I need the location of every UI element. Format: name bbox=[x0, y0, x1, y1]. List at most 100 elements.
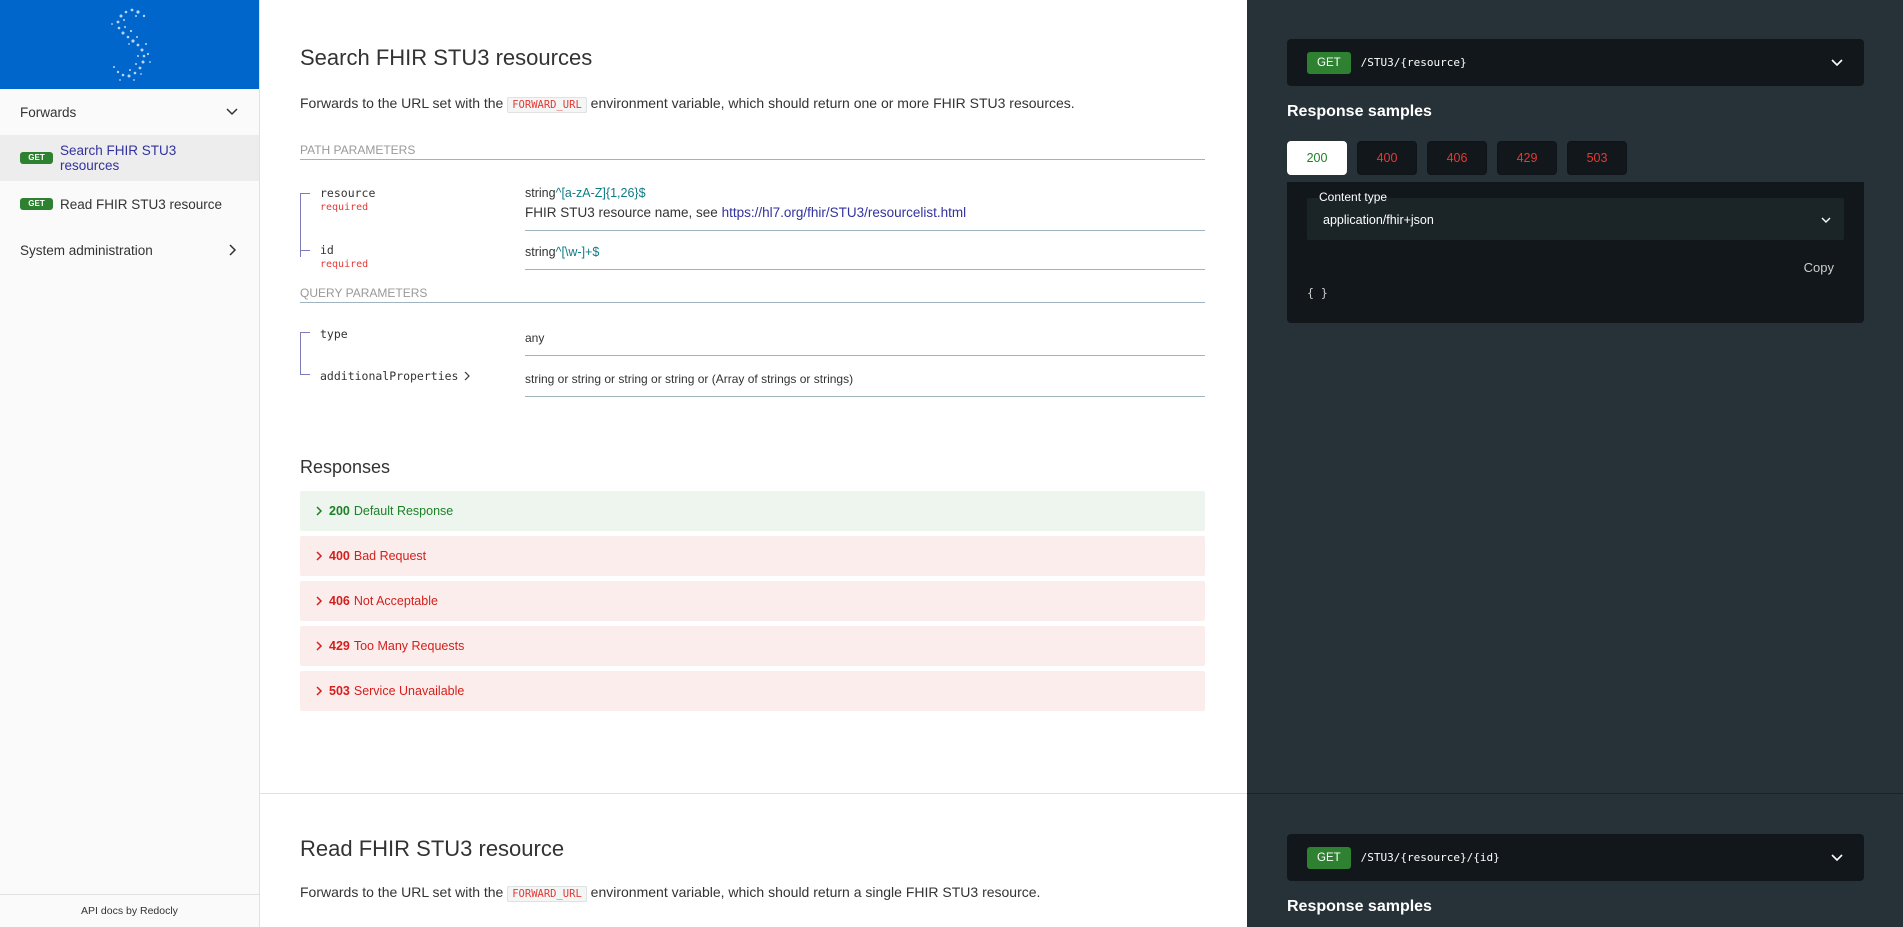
sidebar-item-read-fhir[interactable]: GET Read FHIR STU3 resource bbox=[0, 181, 259, 227]
chevron-right-icon bbox=[316, 641, 323, 651]
sidebar-item-forwards[interactable]: Forwards bbox=[0, 89, 259, 135]
query-params: type any additionalProperties string or … bbox=[300, 327, 1207, 397]
param-row: resource required string^[a-zA-Z]{1,26}$… bbox=[300, 184, 1205, 231]
endpoint-path: /STU3/{resource} bbox=[1360, 56, 1467, 69]
response-429[interactable]: 429 Too Many Requests bbox=[300, 626, 1205, 666]
response-samples-title: Response samples bbox=[1287, 103, 1432, 120]
endpoint-path: /STU3/{resource}/{id} bbox=[1360, 851, 1500, 864]
responses-list: 200 Default Response 400 Bad Request 406 No… bbox=[300, 491, 1207, 711]
sidebar-item-search-fhir[interactable]: GET Search FHIR STU3 resources bbox=[0, 135, 259, 181]
http-method-badge: GET bbox=[1307, 51, 1351, 74]
sidebar-item-label: Forwards bbox=[20, 104, 77, 120]
required-label: required bbox=[320, 202, 369, 213]
query-params-header: QUERY PARAMETERS bbox=[300, 286, 1205, 303]
samples-panel: GET /STU3/{resource} Response samples 20… bbox=[1247, 0, 1903, 927]
operation-read-section: Read FHIR STU3 resource Forwards to the … bbox=[260, 793, 1080, 904]
chevron-right-icon bbox=[316, 686, 323, 696]
resourcelist-link[interactable]: https://hl7.org/fhir/STU3/resourcelist.h… bbox=[722, 205, 967, 220]
response-sample-tabs: 200 400 406 429 503 bbox=[1287, 141, 1627, 175]
param-desc: FHIR STU3 resource name, see https://hl7… bbox=[525, 205, 1205, 220]
param-row: type any bbox=[300, 327, 1205, 356]
http-method-badge: GET bbox=[1307, 846, 1351, 869]
sample-tab-429[interactable]: 429 bbox=[1497, 141, 1557, 175]
content-type-label: Content type bbox=[1319, 190, 1388, 204]
path-params: resource required string^[a-zA-Z]{1,26}$… bbox=[300, 184, 1207, 270]
param-pattern: ^[\w-]+$ bbox=[555, 245, 600, 259]
sidebar-menu: Forwards GET Search FHIR STU3 resources … bbox=[0, 89, 259, 273]
param-name: type bbox=[320, 327, 348, 341]
sidebar-item-system-admin[interactable]: System administration bbox=[0, 227, 259, 273]
response-400[interactable]: 400 Bad Request bbox=[300, 536, 1205, 576]
chevron-right-icon bbox=[316, 506, 323, 516]
responses-title: Responses bbox=[300, 457, 391, 477]
param-pattern: ^[a-zA-Z]{1,26}$ bbox=[555, 186, 646, 200]
inline-code: FORWARD_URL bbox=[507, 97, 587, 113]
operation-description: Forwards to the URL set with the FORWARD… bbox=[300, 93, 1207, 115]
chevron-right-icon bbox=[316, 551, 323, 561]
sample-tab-503[interactable]: 503 bbox=[1567, 141, 1627, 175]
chevron-right-icon bbox=[464, 371, 471, 381]
param-row: additionalProperties string or string or… bbox=[300, 369, 1205, 397]
sidebar-item-label: Read FHIR STU3 resource bbox=[60, 196, 223, 212]
sample-tab-200[interactable]: 200 bbox=[1287, 141, 1347, 175]
content-type-select[interactable]: application/fhir+json bbox=[1307, 198, 1844, 240]
param-name-cell: id required bbox=[300, 241, 525, 270]
param-value: string^[\w-]+$ bbox=[525, 241, 1205, 270]
s-logo-icon bbox=[110, 8, 151, 81]
endpoint-search[interactable]: GET /STU3/{resource} bbox=[1287, 39, 1864, 86]
param-value: string^[a-zA-Z]{1,26}$ FHIR STU3 resourc… bbox=[525, 184, 1205, 231]
desc-text: environment variable, which should retur… bbox=[586, 884, 1041, 900]
param-value: any bbox=[525, 331, 1205, 356]
copy-button[interactable]: Copy bbox=[1804, 260, 1834, 275]
required-label: required bbox=[320, 259, 369, 270]
get-badge: GET bbox=[20, 198, 53, 210]
response-code: 503 bbox=[329, 684, 350, 698]
sidebar-item-label: Search FHIR STU3 resources bbox=[60, 143, 177, 173]
sample-tab-400[interactable]: 400 bbox=[1357, 141, 1417, 175]
main-content: Search FHIR STU3 resources Forwards to t… bbox=[260, 0, 1247, 927]
param-row: id required string^[\w-]+$ bbox=[300, 241, 1205, 270]
response-code: 429 bbox=[329, 639, 350, 653]
response-sample-box: application/fhir+json Content type Copy … bbox=[1287, 182, 1864, 323]
param-desc-text: FHIR STU3 resource name, see bbox=[525, 205, 722, 220]
operation-title: Read FHIR STU3 resource bbox=[300, 836, 565, 861]
param-type: string bbox=[525, 186, 556, 200]
chevron-down-icon bbox=[1821, 217, 1831, 223]
sidebar: Forwards GET Search FHIR STU3 resources … bbox=[0, 0, 260, 927]
inline-code: FORWARD_URL bbox=[507, 886, 587, 902]
param-name-cell[interactable]: additionalProperties bbox=[300, 367, 525, 392]
path-params-header: PATH PARAMETERS bbox=[300, 143, 1205, 160]
response-samples-title: Response samples bbox=[1287, 898, 1432, 915]
endpoint-read[interactable]: GET /STU3/{resource}/{id} bbox=[1287, 834, 1864, 881]
param-type: string bbox=[525, 245, 556, 259]
operation-search-section: Search FHIR STU3 resources Forwards to t… bbox=[260, 45, 1247, 711]
param-name-cell: type bbox=[300, 325, 525, 350]
response-406[interactable]: 406 Not Acceptable bbox=[300, 581, 1205, 621]
sample-tab-406[interactable]: 406 bbox=[1427, 141, 1487, 175]
response-label: Not Acceptable bbox=[353, 594, 438, 608]
get-badge: GET bbox=[20, 152, 53, 164]
panel-divider bbox=[1247, 793, 1903, 794]
chevron-right-icon bbox=[229, 244, 237, 256]
response-503[interactable]: 503 Service Unavailable bbox=[300, 671, 1205, 711]
param-name: additionalProperties bbox=[320, 369, 459, 383]
response-label: Too Many Requests bbox=[353, 639, 465, 653]
chevron-down-icon bbox=[226, 108, 238, 116]
chevron-down-icon bbox=[1831, 853, 1843, 861]
logo[interactable] bbox=[0, 0, 259, 89]
response-label: Service Unavailable bbox=[353, 684, 465, 698]
response-200[interactable]: 200 Default Response bbox=[300, 491, 1205, 531]
response-code: 406 bbox=[329, 594, 350, 608]
param-name-cell: resource required bbox=[300, 184, 525, 231]
sample-json-body: { } bbox=[1307, 286, 1328, 300]
chevron-right-icon bbox=[316, 596, 323, 606]
response-code: 200 bbox=[329, 504, 350, 518]
content-type-value: application/fhir+json bbox=[1323, 213, 1434, 227]
response-label: Default Response bbox=[353, 504, 454, 518]
param-value: string or string or string or string or … bbox=[525, 372, 1205, 397]
operation-description: Forwards to the URL set with the FORWARD… bbox=[300, 882, 1040, 904]
redocly-footer-link[interactable]: API docs by Redocly bbox=[0, 894, 259, 927]
operation-title: Search FHIR STU3 resources bbox=[300, 45, 593, 70]
desc-text: Forwards to the URL set with the bbox=[300, 95, 508, 111]
param-name: resource bbox=[320, 186, 376, 200]
